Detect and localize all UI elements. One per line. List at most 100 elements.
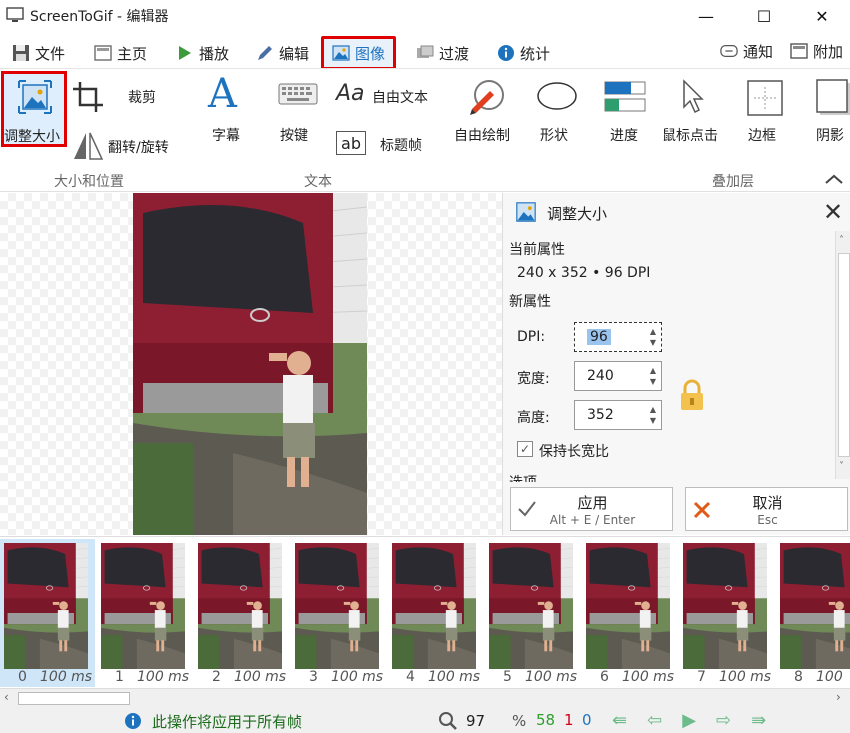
tab-home[interactable]: 主页 <box>94 38 147 68</box>
frame-index: 2 <box>212 669 221 685</box>
frame-thumb[interactable]: 4 100 ms <box>388 539 483 687</box>
frame-thumb-picture <box>683 543 767 669</box>
scroll-up-icon[interactable]: ˄ <box>839 235 844 246</box>
border-button[interactable]: 边框 <box>740 75 790 149</box>
frame-delay: 100 ms <box>137 669 190 685</box>
free-drawing-button[interactable]: 自由绘制 <box>452 75 526 149</box>
scroll-left-icon[interactable]: ‹ <box>4 690 9 704</box>
height-input[interactable]: 352 ▲ ▼ <box>574 400 662 430</box>
status-bar: 此操作将应用于所有帧 97 % 58 1 0 ⇚ ⇦ ▶ ⇨ ⇛ <box>0 708 850 733</box>
frame-index: 7 <box>697 669 706 685</box>
frame-thumb[interactable]: 3 100 ms <box>291 539 386 687</box>
tab-transitions-label: 过渡 <box>439 44 470 63</box>
collapse-ribbon-icon[interactable] <box>824 173 844 185</box>
dpi-value: 96 <box>587 329 611 345</box>
dpi-stepper-icon[interactable]: ▲ ▼ <box>650 326 656 348</box>
frame-thumb[interactable]: 8 100 ms <box>776 539 850 687</box>
previous-frame-icon[interactable]: ⇦ <box>647 712 662 730</box>
keep-ratio-checkbox[interactable]: ✓ <box>517 441 533 457</box>
tab-statistics-label: 统计 <box>520 44 551 63</box>
flip-rotate-button[interactable]: 翻转/旋转 <box>72 129 182 165</box>
frame-list-scrollbar[interactable]: ‹ › <box>0 688 850 708</box>
frame-thumb-image <box>4 543 88 669</box>
notifications-button[interactable]: 通知 <box>720 36 773 66</box>
tab-file[interactable]: 文件 <box>12 38 65 68</box>
frame-thumb-picture <box>4 543 88 669</box>
frame-thumb-picture <box>101 543 185 669</box>
last-frame-icon[interactable]: ⇛ <box>751 712 766 730</box>
zoom-value[interactable]: 97 <box>466 712 485 730</box>
hscroll-thumb[interactable] <box>18 692 130 705</box>
lock-icon[interactable] <box>679 379 705 411</box>
frame-delay: 100 ms <box>622 669 675 685</box>
title-frame-button[interactable]: ab 标题帧 <box>336 129 440 161</box>
frame-thumb[interactable]: 5 100 ms <box>485 539 580 687</box>
flip-rotate-label: 翻转/旋转 <box>108 140 169 156</box>
frame-thumb[interactable]: 2 100 ms <box>194 539 289 687</box>
shadow-button[interactable]: 阴影 <box>808 75 850 149</box>
apply-button[interactable]: 应用 Alt + E / Enter <box>510 487 673 531</box>
height-label: 高度: <box>517 410 550 426</box>
first-frame-icon[interactable]: ⇚ <box>612 712 627 730</box>
progress-button[interactable]: 进度 <box>600 75 650 149</box>
title-frame-label: 标题帧 <box>380 138 422 154</box>
resize-icon <box>18 80 52 114</box>
free-text-button[interactable]: Aa 自由文本 <box>336 81 440 113</box>
tab-edit[interactable]: 编辑 <box>256 38 309 68</box>
frame-thumb[interactable]: 6 100 ms <box>582 539 677 687</box>
caption-button[interactable]: A 字幕 <box>200 71 256 149</box>
brush-icon <box>470 80 504 115</box>
ribbon: 调整大小 裁剪 翻转/旋转 A 字幕 按键 Aa 自由文本 ab 标题帧 自由绘… <box>0 68 850 192</box>
scroll-right-icon[interactable]: › <box>836 690 841 704</box>
tab-transitions[interactable]: 过渡 <box>416 38 469 68</box>
frame-thumb[interactable]: 7 100 ms <box>679 539 774 687</box>
frame-thumb-picture <box>295 543 379 669</box>
width-stepper-icon[interactable]: ▲ ▼ <box>650 365 656 387</box>
play-icon[interactable]: ▶ <box>682 712 696 730</box>
tab-statistics[interactable]: 统计 <box>497 38 550 68</box>
panel-scrollbar[interactable]: ˄ ˅ <box>835 231 850 479</box>
close-panel-button[interactable]: ✕ <box>821 200 845 225</box>
tab-play[interactable]: 播放 <box>176 38 229 68</box>
ellipse-icon <box>537 82 577 110</box>
notifications-label: 通知 <box>743 42 774 61</box>
mouse-clicks-button[interactable]: 鼠标点击 <box>660 75 730 149</box>
zoom-icon <box>439 712 457 730</box>
frame-canvas <box>0 193 502 535</box>
frame-delay: 100 ms <box>719 669 772 685</box>
keyboard-icon <box>278 83 318 105</box>
border-label: 边框 <box>748 128 776 144</box>
width-value: 240 <box>587 368 614 384</box>
minimize-button[interactable]: — <box>682 0 730 32</box>
frame-thumb[interactable]: 1 100 ms <box>97 539 192 687</box>
frame-index: 3 <box>309 669 318 685</box>
frame-thumb[interactable]: 0 100 ms <box>0 539 95 687</box>
next-frame-icon[interactable]: ⇨ <box>716 712 731 730</box>
resize-button[interactable]: 调整大小 <box>1 71 67 147</box>
frame-preview-image <box>133 193 367 535</box>
apply-label: 应用 <box>577 494 608 512</box>
scroll-down-icon[interactable]: ˅ <box>839 461 844 472</box>
width-label: 宽度: <box>517 371 550 387</box>
shadow-icon <box>816 79 850 115</box>
shapes-button[interactable]: 形状 <box>532 75 582 149</box>
extras-icon <box>790 42 808 60</box>
cancel-button[interactable]: 取消 Esc <box>685 487 848 531</box>
extras-button[interactable]: 附加 <box>790 36 843 66</box>
frame-thumb-image <box>586 543 670 669</box>
maximize-button[interactable]: ☐ <box>740 0 788 32</box>
dpi-input[interactable]: 96 ▲ ▼ <box>574 322 662 352</box>
frame-thumb-picture <box>780 543 850 669</box>
tab-file-label: 文件 <box>35 44 66 63</box>
tab-image[interactable]: 图像 <box>321 36 397 70</box>
keystrokes-button[interactable]: 按键 <box>272 75 324 149</box>
panel-resize-icon <box>516 202 536 222</box>
height-stepper-icon[interactable]: ▲ ▼ <box>650 404 656 426</box>
scroll-thumb[interactable] <box>838 253 850 457</box>
shapes-label: 形状 <box>540 128 568 144</box>
width-input[interactable]: 240 ▲ ▼ <box>574 361 662 391</box>
frame-index: 0 <box>18 669 27 685</box>
close-window-button[interactable]: ✕ <box>798 0 846 32</box>
crop-button[interactable]: 裁剪 <box>72 79 172 115</box>
resize-label: 调整大小 <box>4 129 60 145</box>
